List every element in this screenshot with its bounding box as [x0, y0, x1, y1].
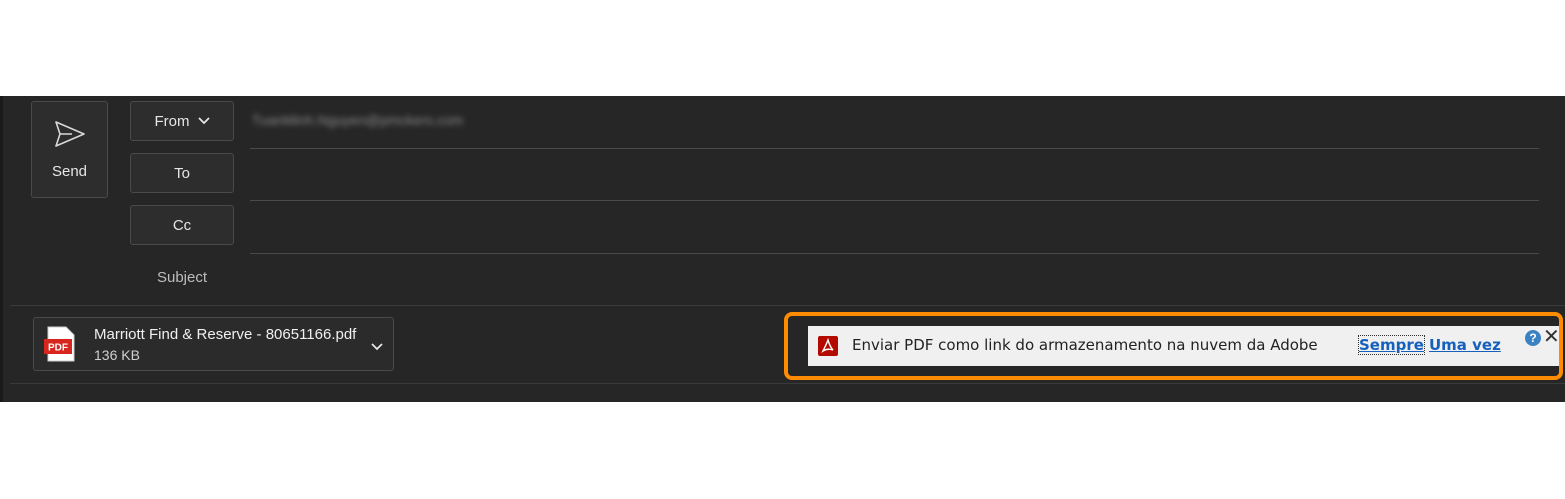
pdf-icon-text: PDF — [48, 343, 68, 354]
once-link[interactable]: Uma vez — [1429, 336, 1501, 354]
close-icon[interactable]: ✕ — [1543, 327, 1560, 347]
always-link[interactable]: Sempre — [1358, 335, 1425, 355]
chevron-down-icon[interactable] — [371, 338, 383, 356]
pdf-file-icon: PDF — [44, 326, 75, 362]
send-icon — [55, 121, 85, 147]
chevron-down-icon — [197, 117, 210, 125]
adobe-message: Enviar PDF como link do armazenamento na… — [852, 336, 1318, 354]
from-button[interactable]: From — [130, 101, 234, 141]
send-label: Send — [51, 163, 88, 180]
attachment-divider — [10, 383, 1565, 384]
attachment-size: 136 KB — [94, 347, 140, 363]
adobe-notification-bar: Enviar PDF como link do armazenamento na… — [808, 326, 1560, 366]
to-button[interactable]: To — [130, 153, 234, 193]
from-address: TuanMinh.Nguyen@pmckers.com — [252, 112, 464, 128]
cc-button[interactable]: Cc — [130, 205, 234, 245]
cc-label: Cc — [172, 216, 192, 234]
adobe-pdf-icon — [818, 336, 838, 356]
cc-field[interactable] — [250, 253, 1539, 254]
subject-label: Subject — [156, 269, 208, 286]
to-label: To — [174, 164, 190, 182]
from-label: From — [154, 112, 190, 130]
subject-divider — [10, 305, 1565, 306]
attachment-name: Marriott Find & Reserve - 80651166.pdf — [94, 326, 357, 343]
send-button[interactable]: Send — [31, 101, 108, 198]
attachment-card[interactable]: PDF Marriott Find & Reserve - 80651166.p… — [33, 317, 394, 371]
from-divider — [250, 148, 1539, 149]
help-icon[interactable]: ? — [1525, 330, 1541, 346]
to-field[interactable] — [250, 200, 1539, 201]
